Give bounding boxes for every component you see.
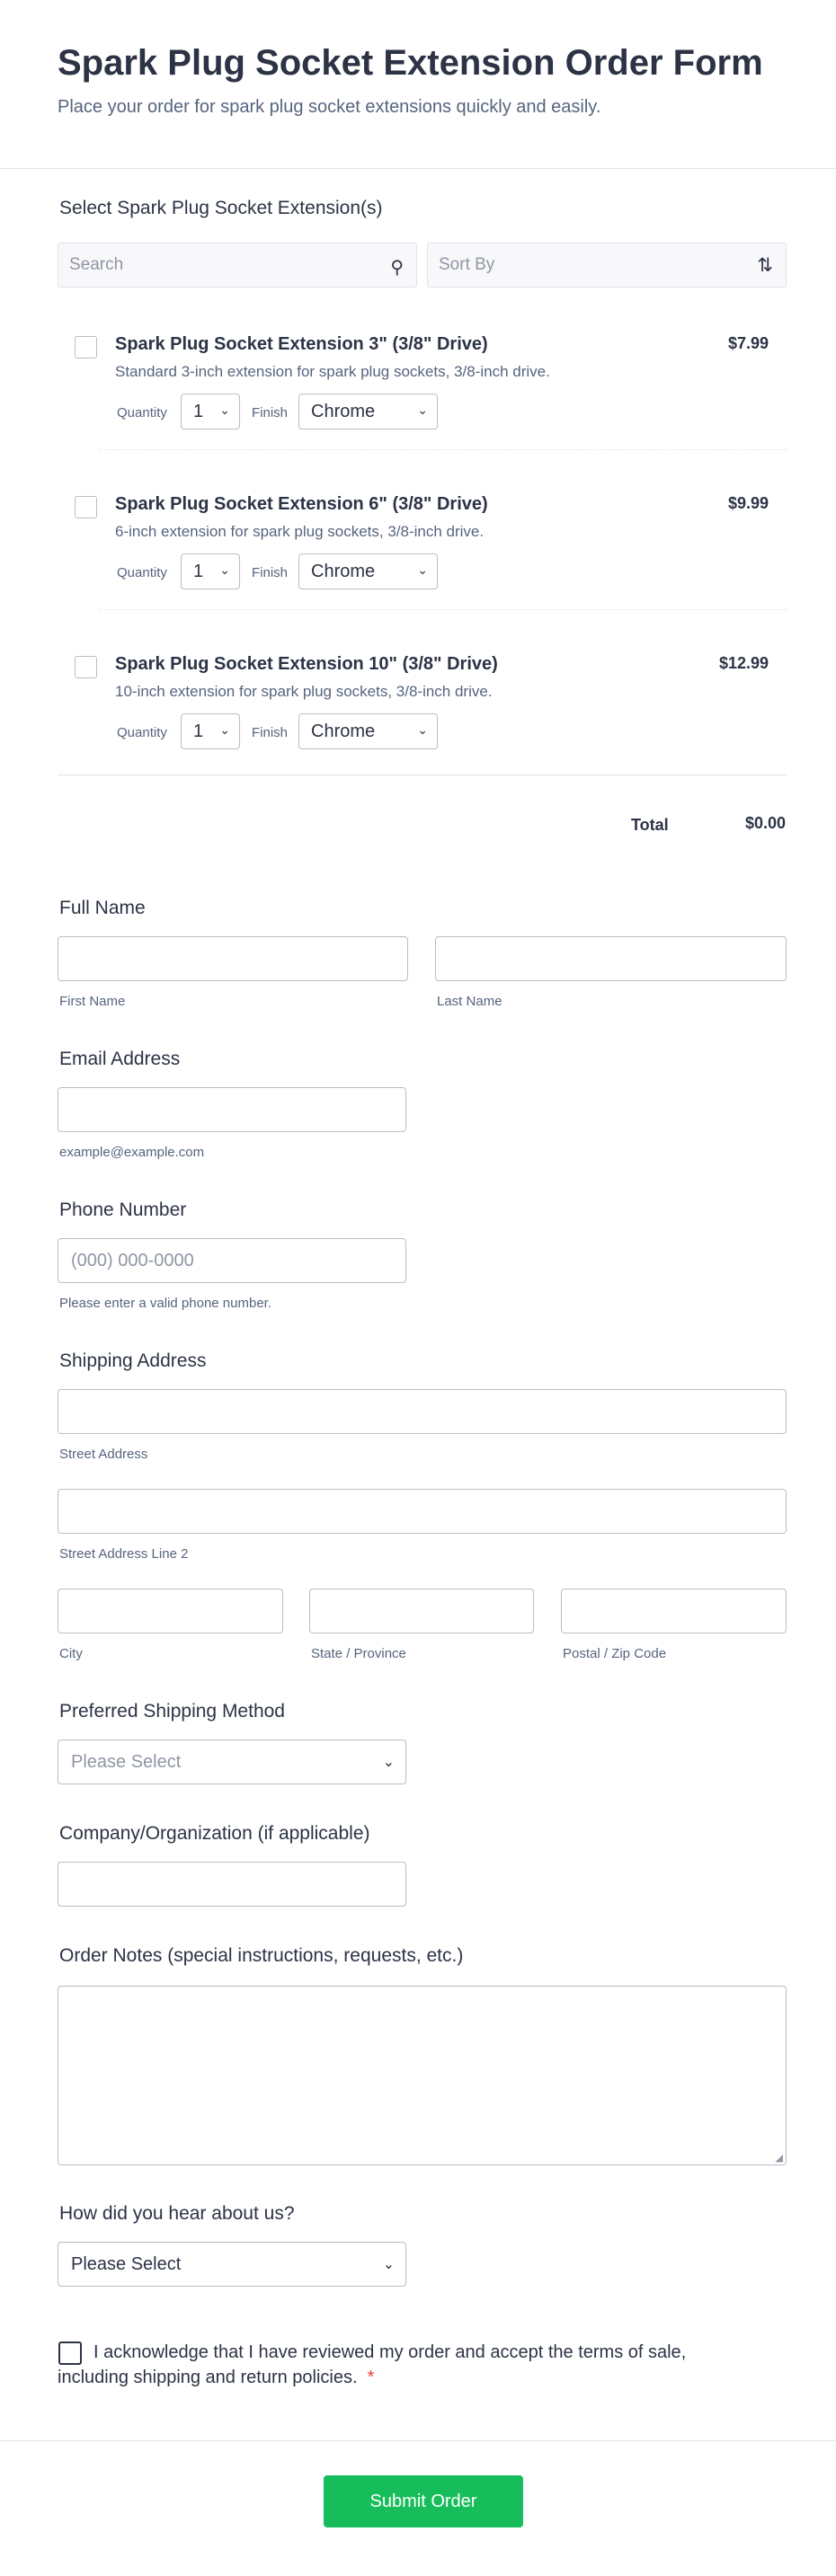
shipping-method-label: Preferred Shipping Method xyxy=(59,1701,285,1722)
zip-field[interactable] xyxy=(561,1589,787,1633)
finish-value: Chrome xyxy=(311,562,376,581)
form-header: Spark Plug Socket Extension Order Form P… xyxy=(0,0,836,169)
quantity-label: Quantity xyxy=(117,565,167,580)
product-checkbox[interactable] xyxy=(75,336,97,359)
total-label: Total xyxy=(631,816,669,834)
quantity-value: 1 xyxy=(193,402,204,421)
quantity-label: Quantity xyxy=(117,405,167,420)
footer-divider xyxy=(0,2440,836,2441)
chevron-down-icon: ⌄ xyxy=(219,562,230,577)
phone-label: Phone Number xyxy=(59,1199,187,1220)
quantity-value: 1 xyxy=(193,562,204,581)
shipping-method-placeholder: Please Select xyxy=(71,1752,182,1772)
quantity-select[interactable]: 1 ⌄ xyxy=(181,553,240,589)
acknowledge-text: I acknowledge that I have reviewed my or… xyxy=(58,2340,705,2390)
product-price: $12.99 xyxy=(718,654,769,672)
finish-select[interactable]: Chrome ⌄ xyxy=(298,394,438,429)
state-sublabel: State / Province xyxy=(311,1646,406,1661)
referral-label: How did you hear about us? xyxy=(59,2203,295,2224)
page-subtitle: Place your order for spark plug socket e… xyxy=(58,97,601,117)
first-name-sublabel: First Name xyxy=(59,994,126,1009)
product-name: Spark Plug Socket Extension 10" (3/8" Dr… xyxy=(115,654,498,674)
chevron-down-icon: ⌄ xyxy=(219,403,230,417)
street-address-line2-field[interactable] xyxy=(58,1489,787,1534)
referral-select[interactable]: Please Select ⌄ xyxy=(58,2242,406,2287)
product-price: $7.99 xyxy=(727,334,769,352)
street-address-line2-sublabel: Street Address Line 2 xyxy=(59,1546,189,1562)
shipping-method-select[interactable]: Please Select ⌄ xyxy=(58,1739,406,1784)
quantity-label: Quantity xyxy=(117,725,167,740)
full-name-label: Full Name xyxy=(59,898,146,918)
last-name-field[interactable] xyxy=(435,936,787,981)
product-item: Spark Plug Socket Extension 10" (3/8" Dr… xyxy=(58,629,787,787)
quantity-select[interactable]: 1 ⌄ xyxy=(181,394,240,429)
page-title: Spark Plug Socket Extension Order Form xyxy=(58,43,763,83)
sort-by-dropdown[interactable]: Sort By ⇅ xyxy=(427,243,787,288)
product-search-input[interactable]: Search ⚲ xyxy=(58,243,417,288)
chevron-down-icon: ⌄ xyxy=(382,2257,395,2272)
order-notes-textarea[interactable]: ◢ xyxy=(58,1986,787,2165)
finish-label: Finish xyxy=(252,565,289,580)
product-name: Spark Plug Socket Extension 6" (3/8" Dri… xyxy=(115,494,488,514)
sort-placeholder: Sort By xyxy=(439,255,495,274)
quantity-value: 1 xyxy=(193,721,204,741)
street-address-sublabel: Street Address xyxy=(59,1447,148,1462)
phone-field[interactable]: (000) 000-0000 xyxy=(58,1238,406,1283)
submit-order-button[interactable]: Submit Order xyxy=(324,2475,523,2527)
first-name-field[interactable] xyxy=(58,936,408,981)
order-notes-label: Order Notes (special instructions, reque… xyxy=(59,1945,464,1966)
search-placeholder: Search xyxy=(69,255,124,274)
product-divider xyxy=(99,609,787,610)
phone-sublabel: Please enter a valid phone number. xyxy=(59,1296,271,1311)
resize-handle-icon[interactable]: ◢ xyxy=(776,2152,783,2164)
product-price: $9.99 xyxy=(727,494,769,512)
product-item: Spark Plug Socket Extension 3" (3/8" Dri… xyxy=(58,309,787,467)
product-checkbox[interactable] xyxy=(75,656,97,678)
zip-sublabel: Postal / Zip Code xyxy=(563,1646,667,1661)
email-label: Email Address xyxy=(59,1049,181,1069)
sort-icon: ⇅ xyxy=(757,255,773,276)
shipping-address-label: Shipping Address xyxy=(59,1350,207,1371)
product-description: 10-inch extension for spark plug sockets… xyxy=(115,683,493,700)
email-field[interactable] xyxy=(58,1087,406,1132)
product-description: 6-inch extension for spark plug sockets,… xyxy=(115,523,485,540)
finish-select[interactable]: Chrome ⌄ xyxy=(298,553,438,589)
product-divider xyxy=(99,449,787,450)
chevron-down-icon: ⌄ xyxy=(382,1755,395,1770)
city-sublabel: City xyxy=(59,1646,83,1661)
products-label: Select Spark Plug Socket Extension(s) xyxy=(59,198,383,218)
phone-placeholder: (000) 000-0000 xyxy=(71,1251,194,1270)
referral-value: Please Select xyxy=(71,2254,182,2274)
state-field[interactable] xyxy=(309,1589,534,1633)
street-address-field[interactable] xyxy=(58,1389,787,1434)
finish-label: Finish xyxy=(252,405,289,420)
product-item: Spark Plug Socket Extension 6" (3/8" Dri… xyxy=(58,469,787,627)
required-mark: * xyxy=(367,2368,375,2387)
finish-label: Finish xyxy=(252,725,289,740)
finish-value: Chrome xyxy=(311,721,376,741)
quantity-select[interactable]: 1 ⌄ xyxy=(181,713,240,749)
total-value: $0.00 xyxy=(744,814,786,832)
chevron-down-icon: ⌄ xyxy=(417,403,428,417)
email-sublabel: example@example.com xyxy=(59,1145,205,1160)
product-checkbox[interactable] xyxy=(75,496,97,518)
chevron-down-icon: ⌄ xyxy=(417,562,428,577)
product-description: Standard 3-inch extension for spark plug… xyxy=(115,363,550,380)
last-name-sublabel: Last Name xyxy=(437,994,502,1009)
search-icon: ⚲ xyxy=(390,258,404,278)
chevron-down-icon: ⌄ xyxy=(417,722,428,737)
chevron-down-icon: ⌄ xyxy=(219,722,230,737)
product-name: Spark Plug Socket Extension 3" (3/8" Dri… xyxy=(115,334,488,354)
company-field[interactable] xyxy=(58,1862,406,1907)
finish-value: Chrome xyxy=(311,402,376,421)
city-field[interactable] xyxy=(58,1589,283,1633)
finish-select[interactable]: Chrome ⌄ xyxy=(298,713,438,749)
company-label: Company/Organization (if applicable) xyxy=(59,1823,370,1844)
